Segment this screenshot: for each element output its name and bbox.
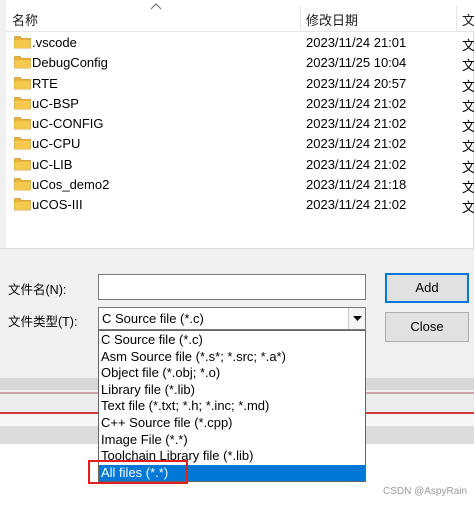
add-files-dialog: 名称 修改日期 文 .vscode 2023/11/24 21:01 文 DebugC… bbox=[0, 0, 474, 505]
folder-icon bbox=[14, 157, 31, 171]
file-modified-date: 2023/11/24 21:02 bbox=[306, 136, 407, 152]
file-row[interactable]: uCOS-III 2023/11/24 21:02 文 bbox=[6, 194, 474, 216]
file-type: 文 bbox=[462, 180, 474, 196]
file-name: DebugConfig bbox=[32, 55, 108, 71]
file-row[interactable]: uC-LIB 2023/11/24 21:02 文 bbox=[6, 154, 474, 175]
folder-icon bbox=[14, 36, 31, 49]
add-button[interactable]: Add bbox=[385, 273, 469, 303]
file-name: uC-CONFIG bbox=[32, 116, 104, 132]
column-divider[interactable] bbox=[300, 6, 301, 30]
file-modified-date: 2023/11/24 21:02 bbox=[306, 197, 407, 213]
file-name: uC-BSP bbox=[32, 95, 79, 111]
file-name: uC-LIB bbox=[32, 156, 73, 172]
file-name: uC-CPU bbox=[32, 136, 81, 152]
column-header-type[interactable]: 文 bbox=[462, 10, 474, 29]
file-name: uCOS-III bbox=[32, 197, 83, 213]
sort-ascending-icon bbox=[150, 3, 162, 10]
file-type: 文 bbox=[462, 159, 474, 175]
folder-icon bbox=[14, 137, 31, 150]
file-row[interactable]: uC-CPU 2023/11/24 21:02 文 bbox=[6, 133, 474, 155]
file-list[interactable]: 名称 修改日期 文 .vscode 2023/11/24 21:01 文 DebugC… bbox=[6, 0, 474, 248]
filetype-option[interactable]: Object file (*.obj; *.o) bbox=[99, 365, 365, 382]
filetype-option[interactable]: Text file (*.txt; *.h; *.inc; *.md) bbox=[99, 398, 365, 415]
folder-icon bbox=[14, 76, 31, 89]
file-type: 文 bbox=[462, 139, 474, 155]
filetype-option[interactable]: Library file (*.lib) bbox=[99, 382, 365, 399]
separator bbox=[0, 248, 474, 256]
filetype-option[interactable]: Image File (*.*) bbox=[99, 432, 365, 449]
watermark: CSDN @AspyRain bbox=[383, 486, 468, 497]
filetype-option[interactable]: C++ Source file (*.cpp) bbox=[99, 415, 365, 432]
file-name: RTE bbox=[32, 75, 58, 91]
filetype-combobox[interactable]: C Source file (*.c) bbox=[98, 307, 366, 330]
file-modified-date: 2023/11/24 20:57 bbox=[306, 75, 407, 91]
annotation-highlight-box bbox=[88, 460, 188, 484]
file-row[interactable]: DebugConfig 2023/11/25 10:04 文 bbox=[6, 52, 474, 74]
file-type: 文 bbox=[462, 200, 474, 216]
close-button[interactable]: Close bbox=[385, 312, 469, 342]
file-type: 文 bbox=[462, 58, 474, 74]
file-type: 文 bbox=[462, 38, 474, 53]
filetype-option[interactable]: Asm Source file (*.s*; *.src; *.a*) bbox=[99, 349, 365, 366]
filetype-label: 文件类型(T): bbox=[8, 315, 78, 329]
file-modified-date: 2023/11/24 21:18 bbox=[306, 177, 407, 193]
filetype-selected-value: C Source file (*.c) bbox=[102, 311, 204, 326]
folder-icon bbox=[14, 117, 31, 130]
folder-icon bbox=[14, 178, 31, 191]
file-row[interactable]: uCos_demo2 2023/11/24 21:18 文 bbox=[6, 174, 474, 196]
file-name: .vscode bbox=[32, 35, 77, 50]
chevron-down-icon bbox=[353, 316, 362, 321]
file-modified-date: 2023/11/24 21:02 bbox=[306, 116, 407, 132]
file-type: 文 bbox=[462, 78, 474, 94]
list-header: 名称 修改日期 文 bbox=[6, 0, 474, 32]
folder-icon bbox=[14, 198, 31, 211]
column-header-modified[interactable]: 修改日期 bbox=[306, 10, 358, 29]
file-row[interactable]: uC-BSP 2023/11/24 21:02 文 bbox=[6, 93, 474, 114]
folder-icon bbox=[14, 96, 31, 110]
filetype-option[interactable]: C Source file (*.c) bbox=[99, 332, 365, 349]
filename-label: 文件名(N): bbox=[8, 283, 67, 297]
file-type: 文 bbox=[462, 119, 474, 135]
file-row[interactable]: .vscode 2023/11/24 21:01 文 bbox=[6, 32, 474, 53]
file-row[interactable]: RTE 2023/11/24 20:57 文 bbox=[6, 73, 474, 94]
file-rows: .vscode 2023/11/24 21:01 文 DebugConfig 2023/… bbox=[6, 32, 474, 215]
file-row[interactable]: uC-CONFIG 2023/11/24 21:02 文 bbox=[6, 113, 474, 135]
file-modified-date: 2023/11/24 21:02 bbox=[306, 95, 407, 111]
file-type: 文 bbox=[462, 98, 474, 114]
file-modified-date: 2023/11/24 21:01 bbox=[306, 35, 407, 50]
file-name: uCos_demo2 bbox=[32, 177, 110, 193]
folder-icon bbox=[14, 56, 31, 69]
column-divider[interactable] bbox=[456, 6, 457, 30]
file-modified-date: 2023/11/25 10:04 bbox=[306, 55, 407, 71]
file-modified-date: 2023/11/24 21:02 bbox=[306, 156, 407, 172]
combo-dropdown-button[interactable] bbox=[348, 308, 365, 329]
column-header-name[interactable]: 名称 bbox=[12, 10, 38, 29]
filename-input[interactable] bbox=[98, 274, 366, 300]
